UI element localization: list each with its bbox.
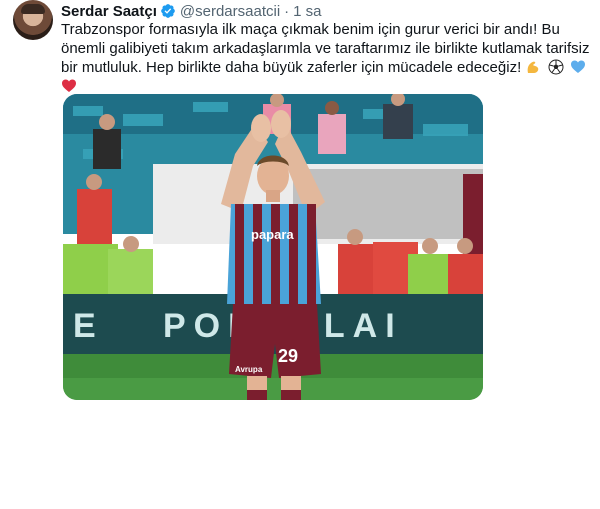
- shorts-sponsor: Avrupa: [235, 365, 263, 374]
- banner-text-left: E: [73, 307, 99, 345]
- jersey-sponsor: papara: [251, 227, 294, 242]
- soccer-ball-emoji: [548, 59, 564, 75]
- author-handle[interactable]: @serdarsaatcii: [180, 3, 280, 20]
- tweet-header: Serdar Saatçı @serdarsaatcii · 1 sa: [61, 2, 322, 20]
- author-name[interactable]: Serdar Saatçı: [61, 3, 157, 20]
- author-avatar[interactable]: [13, 0, 53, 40]
- red-heart-emoji: [62, 79, 76, 92]
- shorts-number: 29: [278, 346, 298, 366]
- player-photo-illustration: E PORCELAI: [63, 94, 483, 400]
- flexed-biceps-emoji: [528, 61, 539, 73]
- tweet-photo[interactable]: E PORCELAI: [63, 94, 483, 400]
- header-separator: ·: [284, 2, 290, 20]
- tweet-text: Trabzonspor formasıyla ilk maça çıkmak b…: [61, 20, 593, 96]
- blue-heart-emoji: [570, 60, 585, 73]
- tweet-timestamp[interactable]: 1 sa: [293, 3, 321, 20]
- tweet-body: Trabzonspor formasıyla ilk maça çıkmak b…: [61, 21, 590, 76]
- verified-badge-icon: [161, 4, 175, 18]
- avatar-hair: [21, 4, 45, 14]
- tweet: Serdar Saatçı @serdarsaatcii · 1 sa Trab…: [0, 0, 600, 509]
